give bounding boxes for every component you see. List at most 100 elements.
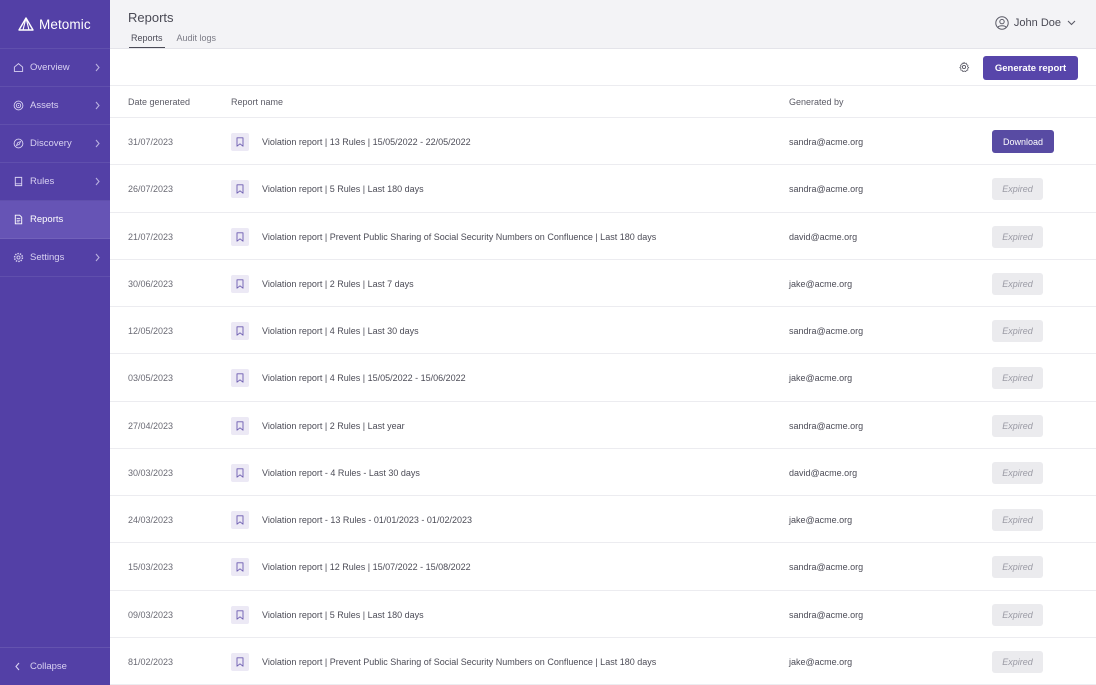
sidebar-item-label: Overview	[30, 62, 70, 73]
report-name: Violation report | 2 Rules | Last year	[262, 420, 405, 431]
generated-by: jake@acme.org	[789, 515, 853, 525]
book-icon	[13, 176, 24, 187]
column-header-generated-by: Generated by	[789, 97, 844, 107]
column-header-name: Report name	[231, 97, 284, 107]
generated-by: david@acme.org	[789, 467, 858, 478]
tab-reports[interactable]: Reports	[129, 33, 165, 48]
home-icon	[13, 62, 24, 73]
report-name: Violation report | Prevent Public Sharin…	[262, 656, 657, 667]
sidebar-item-label: Assets	[30, 100, 59, 111]
bookmark-icon	[231, 511, 249, 529]
report-name: Violation report | 4 Rules | 15/05/2022 …	[262, 373, 466, 384]
generated-by: david@acme.org	[789, 231, 858, 242]
report-date: 30/06/2023	[128, 278, 174, 289]
bookmark-icon	[231, 416, 249, 435]
sidebar-item-assets[interactable]: Assets	[0, 87, 110, 125]
sidebar-item-settings[interactable]: Settings	[0, 239, 110, 277]
table-row: 24/03/2023 Violation report - 13 Rules - …	[110, 496, 1096, 544]
report-date: 15/03/2023	[128, 562, 174, 573]
report-name: Violation report | 4 Rules | Last 30 day…	[262, 326, 419, 336]
report-name: Violation report - 4 Rules - Last 30 day…	[262, 467, 420, 478]
report-date: 30/03/2023	[128, 467, 174, 478]
chevron-right-icon	[95, 177, 100, 186]
chevron-right-icon	[95, 253, 100, 262]
bookmark-icon	[231, 227, 249, 246]
table-row: 27/04/2023 Violation report | 2 Rules | L…	[110, 402, 1096, 449]
sidebar-item-label: Settings	[30, 252, 65, 263]
user-menu[interactable]: John Doe	[995, 16, 1076, 30]
table-row: 30/06/2023 Violation report | 2 Rules | L…	[110, 260, 1096, 307]
table-row: 30/03/2023 Violation report - 4 Rules - L…	[110, 449, 1096, 496]
sidebar-item-reports[interactable]: Reports	[0, 201, 110, 239]
generated-by: sandra@acme.org	[789, 137, 864, 147]
report-date: 09/03/2023	[128, 609, 174, 620]
report-name: Violation report | 13 Rules | 15/05/2022…	[262, 137, 471, 147]
download-button[interactable]: Download	[992, 130, 1054, 153]
report-name: Violation report | 5 Rules | Last 180 da…	[262, 609, 424, 620]
brand-name: Metomic	[39, 16, 91, 32]
table-row: 81/02/2023 Violation report | Prevent Pub…	[110, 638, 1096, 685]
bookmark-icon	[231, 180, 249, 199]
expired-badge: Expired	[992, 603, 1043, 626]
page-header: Reports Reports Audit logs John Doe	[110, 0, 1096, 49]
bookmark-icon	[231, 369, 249, 388]
sidebar-item-rules[interactable]: Rules	[0, 163, 110, 201]
table-row: 31/07/2023 Violation report | 13 Rules | …	[110, 118, 1096, 166]
expired-badge: Expired	[992, 414, 1043, 437]
expired-badge: Expired	[992, 320, 1043, 342]
sidebar-item-label: Discovery	[30, 138, 72, 149]
bookmark-icon	[231, 463, 249, 482]
target-icon	[13, 100, 24, 111]
report-date: 03/05/2023	[128, 373, 174, 384]
expired-badge: Expired	[992, 509, 1043, 531]
generated-by: jake@acme.org	[789, 278, 853, 289]
user-name: John Doe	[1013, 17, 1061, 29]
table-row: 26/07/2023 Violation report | 5 Rules | L…	[110, 165, 1096, 213]
bookmark-icon	[231, 652, 249, 671]
sidebar: Metomic Overview Assets Discovery Rules Repo…	[0, 0, 110, 685]
reports-table: Date generated Report name Generated by …	[110, 86, 1096, 685]
gear-icon[interactable]	[958, 61, 970, 73]
table-row: 09/03/2023 Violation report | 5 Rules | L…	[110, 591, 1096, 638]
expired-badge: Expired	[992, 272, 1043, 295]
tab-bar: Reports Audit logs	[129, 33, 228, 48]
chevron-right-icon	[95, 101, 100, 110]
bookmark-icon	[231, 558, 249, 577]
report-date: 24/03/2023	[128, 515, 174, 525]
column-header-date: Date generated	[128, 97, 191, 107]
table-row: 12/05/2023 Violation report | 4 Rules | L…	[110, 307, 1096, 355]
brand[interactable]: Metomic	[0, 0, 110, 49]
metomic-logo-icon	[18, 17, 34, 31]
sidebar-item-discovery[interactable]: Discovery	[0, 125, 110, 163]
sidebar-item-overview[interactable]: Overview	[0, 49, 110, 87]
generated-by: sandra@acme.org	[789, 420, 864, 431]
bookmark-icon	[231, 133, 249, 151]
report-date: 27/04/2023	[128, 420, 174, 431]
table-header: Date generated Report name Generated by	[110, 86, 1096, 118]
report-name: Violation report - 13 Rules - 01/01/2023…	[262, 515, 472, 525]
expired-badge: Expired	[992, 178, 1043, 201]
chevron-down-icon	[1067, 20, 1076, 26]
report-date: 26/07/2023	[128, 184, 174, 195]
toolbar: Generate report	[110, 49, 1096, 86]
generated-by: sandra@acme.org	[789, 562, 864, 573]
generated-by: sandra@acme.org	[789, 184, 864, 195]
bookmark-icon	[231, 274, 249, 293]
table-row: 21/07/2023 Violation report | Prevent Pub…	[110, 213, 1096, 260]
report-date: 81/02/2023	[128, 656, 174, 667]
expired-badge: Expired	[992, 461, 1043, 484]
compass-icon	[13, 138, 24, 149]
generated-by: jake@acme.org	[789, 656, 853, 667]
collapse-button[interactable]: Collapse	[0, 647, 110, 685]
collapse-label: Collapse	[30, 661, 67, 672]
report-name: Violation report | Prevent Public Sharin…	[262, 231, 657, 242]
generate-report-button[interactable]: Generate report	[983, 56, 1078, 80]
generated-by: jake@acme.org	[789, 373, 853, 384]
report-name: Violation report | 2 Rules | Last 7 days	[262, 278, 414, 289]
report-name: Violation report | 12 Rules | 15/07/2022…	[262, 562, 471, 573]
tab-audit-logs[interactable]: Audit logs	[175, 33, 219, 48]
table-body: 31/07/2023 Violation report | 13 Rules | …	[110, 118, 1096, 685]
expired-badge: Expired	[992, 367, 1043, 390]
table-row: 03/05/2023 Violation report | 4 Rules | 1…	[110, 354, 1096, 402]
expired-badge: Expired	[992, 650, 1043, 673]
